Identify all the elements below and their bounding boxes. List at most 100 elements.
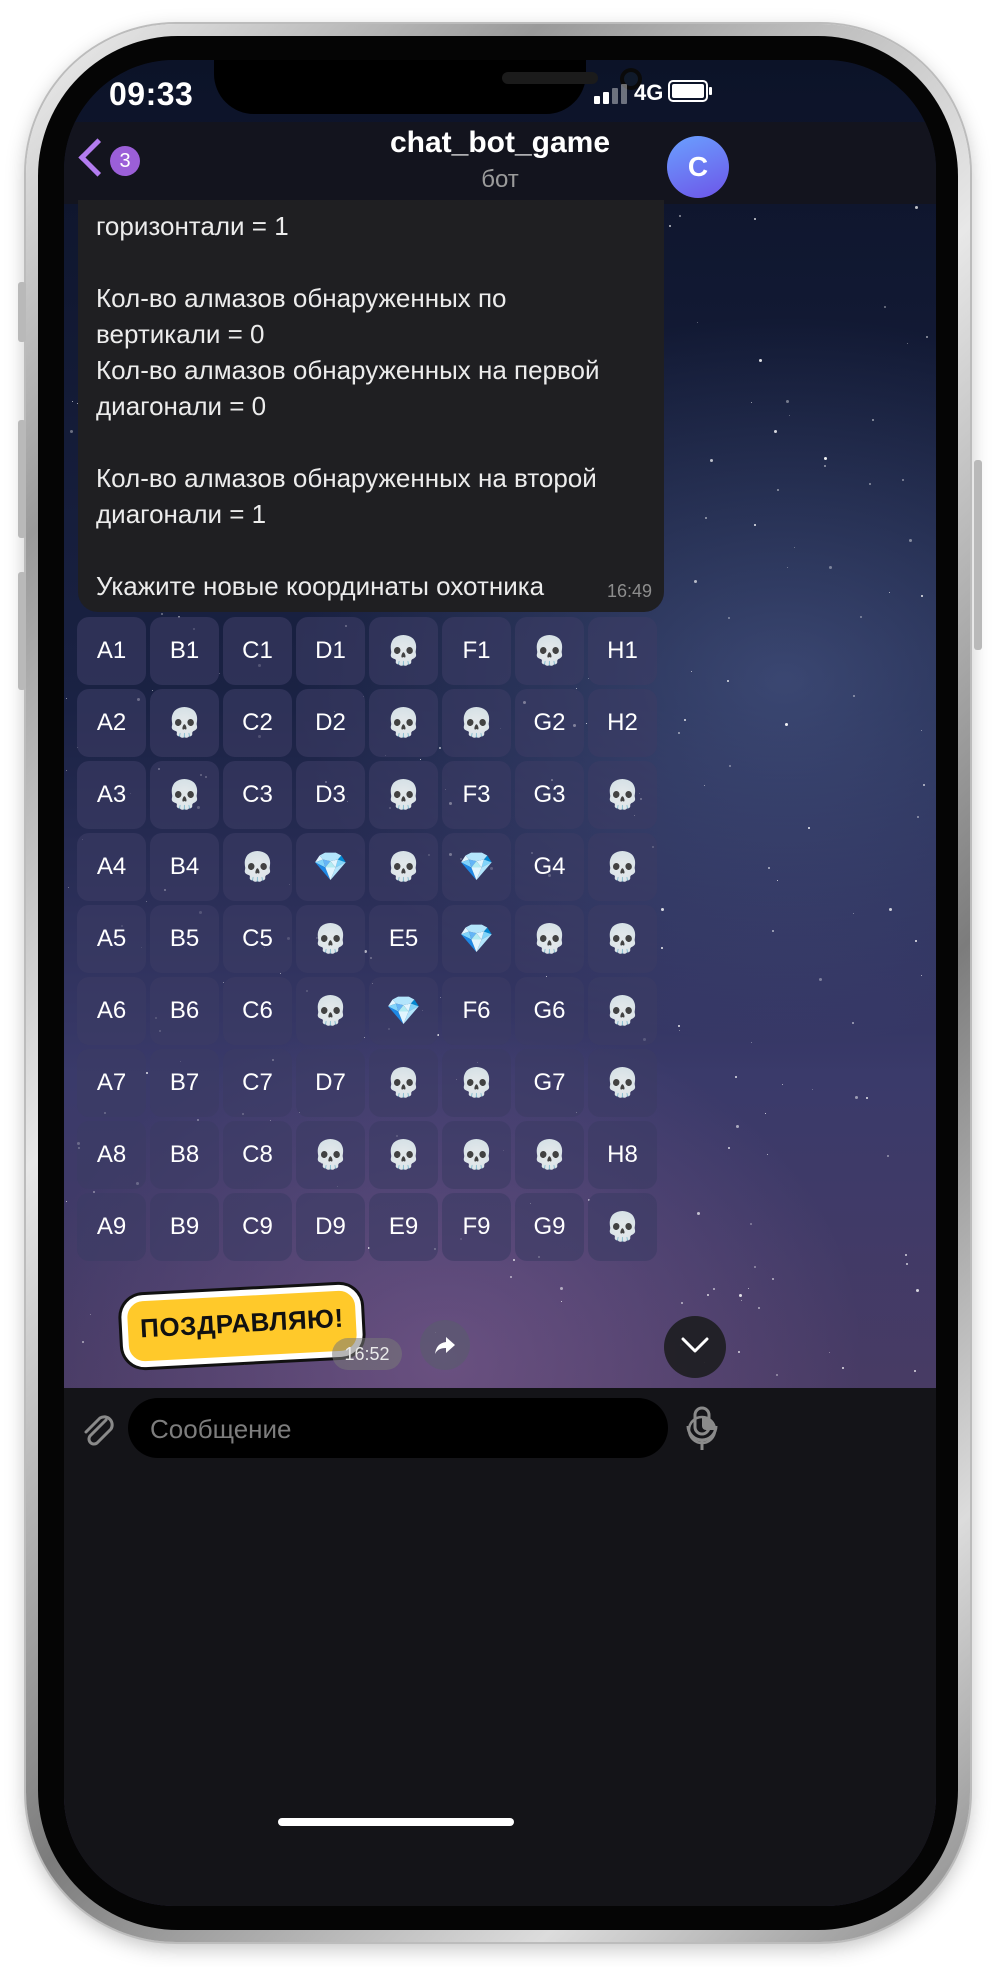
board-cell-button[interactable]: B7 (150, 1049, 219, 1117)
board-cell-button[interactable]: E5 (369, 905, 438, 973)
skull-icon[interactable]: 💀 (588, 1049, 657, 1117)
board-cell-button[interactable]: A5 (77, 905, 146, 973)
message-input[interactable]: Сообщение (128, 1398, 717, 1458)
board-cell-button[interactable]: G9 (515, 1193, 584, 1261)
board-cell-button[interactable]: C7 (223, 1049, 292, 1117)
star-dot (923, 784, 925, 786)
skull-icon[interactable]: 💀 (150, 761, 219, 829)
skull-icon[interactable]: 💀 (515, 617, 584, 685)
board-cell-button[interactable]: D3 (296, 761, 365, 829)
board-cell-button[interactable]: F1 (442, 617, 511, 685)
home-indicator[interactable] (278, 1818, 514, 1826)
board-cell-button[interactable]: C8 (223, 1121, 292, 1189)
star-dot (905, 1254, 907, 1256)
board-cell-button[interactable]: E9 (369, 1193, 438, 1261)
skull-icon[interactable]: 💀 (296, 905, 365, 973)
board-cell-button[interactable]: B9 (150, 1193, 219, 1261)
volume-up-button (18, 420, 26, 538)
star-dot (161, 613, 163, 615)
skull-icon[interactable]: 💀 (150, 689, 219, 757)
skull-icon[interactable]: 💀 (588, 905, 657, 973)
skull-icon[interactable]: 💀 (442, 1049, 511, 1117)
skull-icon[interactable]: 💀 (296, 1121, 365, 1189)
skull-icon[interactable]: 💀 (369, 761, 438, 829)
board-cell-button[interactable]: G7 (515, 1049, 584, 1117)
star-dot (777, 880, 778, 881)
skull-icon[interactable]: 💀 (369, 833, 438, 901)
board-cell-button[interactable]: G2 (515, 689, 584, 757)
board-cell-button[interactable]: A4 (77, 833, 146, 901)
message-bubble: горизонтали = 1 Кол-во алмазов обнаружен… (78, 200, 664, 612)
board-cell-button[interactable]: B5 (150, 905, 219, 973)
board-cell-button[interactable]: A2 (77, 689, 146, 757)
star-dot (860, 616, 862, 618)
board-cell-button[interactable]: D9 (296, 1193, 365, 1261)
diamond-icon[interactable]: 💎 (442, 905, 511, 973)
voice-button[interactable] (682, 1406, 722, 1452)
skull-icon[interactable]: 💀 (515, 1121, 584, 1189)
board-cell-button[interactable]: F9 (442, 1193, 511, 1261)
skull-icon[interactable]: 💀 (369, 1049, 438, 1117)
board-cell-button[interactable]: A3 (77, 761, 146, 829)
board-cell-button[interactable]: C6 (223, 977, 292, 1045)
message-line: Укажите новые координаты охотника (96, 571, 545, 601)
board-cell-button[interactable]: D7 (296, 1049, 365, 1117)
board-cell-button[interactable]: A8 (77, 1121, 146, 1189)
star-dot (887, 1155, 889, 1157)
star-dot (872, 419, 874, 421)
board-cell-button[interactable]: C2 (223, 689, 292, 757)
congrats-sticker[interactable]: ПОЗДРАВЛЯЮ! (120, 1283, 364, 1369)
skull-icon[interactable]: 💀 (369, 689, 438, 757)
skull-icon[interactable]: 💀 (588, 1193, 657, 1261)
board-cell-button[interactable]: B6 (150, 977, 219, 1045)
diamond-icon[interactable]: 💎 (296, 833, 365, 901)
skull-icon[interactable]: 💀 (588, 833, 657, 901)
forward-button[interactable] (420, 1320, 470, 1370)
skull-icon[interactable]: 💀 (515, 905, 584, 973)
board-cell-button[interactable]: H8 (588, 1121, 657, 1189)
skull-icon[interactable]: 💀 (369, 617, 438, 685)
avatar[interactable]: С (667, 136, 729, 198)
board-cell-button[interactable]: H1 (588, 617, 657, 685)
diamond-icon[interactable]: 💎 (442, 833, 511, 901)
star-dot (772, 930, 774, 932)
star-dot (561, 1301, 562, 1302)
star-dot (691, 671, 692, 672)
skull-icon[interactable]: 💀 (296, 977, 365, 1045)
board-cell-button[interactable]: G6 (515, 977, 584, 1045)
board-cell-button[interactable]: C5 (223, 905, 292, 973)
board-cell-button[interactable]: C1 (223, 617, 292, 685)
skull-icon[interactable]: 💀 (588, 761, 657, 829)
board-cell-button[interactable]: A1 (77, 617, 146, 685)
star-dot (727, 680, 729, 682)
board-cell-button[interactable]: D2 (296, 689, 365, 757)
board-cell-button[interactable]: C9 (223, 1193, 292, 1261)
phone-screen: 09:33 4G 3 chat_bot_game бот С горизонта… (64, 60, 936, 1906)
skull-icon[interactable]: 💀 (223, 833, 292, 901)
board-cell-button[interactable]: G4 (515, 833, 584, 901)
star-dot (824, 465, 826, 467)
earpiece-speaker (502, 72, 598, 84)
skull-icon[interactable]: 💀 (442, 1121, 511, 1189)
skull-icon[interactable]: 💀 (369, 1121, 438, 1189)
board-cell-button[interactable]: F6 (442, 977, 511, 1045)
diamond-icon[interactable]: 💎 (369, 977, 438, 1045)
star-dot (748, 1288, 749, 1289)
skull-icon[interactable]: 💀 (588, 977, 657, 1045)
board-cell-button[interactable]: B1 (150, 617, 219, 685)
board-cell-button[interactable]: C3 (223, 761, 292, 829)
board-cell-button[interactable]: B4 (150, 833, 219, 901)
board-cell-button[interactable]: G3 (515, 761, 584, 829)
board-cell-button[interactable]: H2 (588, 689, 657, 757)
board-cell-button[interactable]: B8 (150, 1121, 219, 1189)
scroll-down-button[interactable] (664, 1316, 726, 1378)
board-cell-button[interactable]: A9 (77, 1193, 146, 1261)
attach-button[interactable] (76, 1408, 120, 1452)
skull-icon[interactable]: 💀 (442, 689, 511, 757)
board-cell-button[interactable]: D1 (296, 617, 365, 685)
board-cell-button[interactable]: F3 (442, 761, 511, 829)
board-cell-button[interactable]: A6 (77, 977, 146, 1045)
board-cell-button[interactable]: A7 (77, 1049, 146, 1117)
message-line: диагонали = 1 (96, 499, 267, 529)
chat-title[interactable]: chat_bot_game (64, 126, 936, 160)
